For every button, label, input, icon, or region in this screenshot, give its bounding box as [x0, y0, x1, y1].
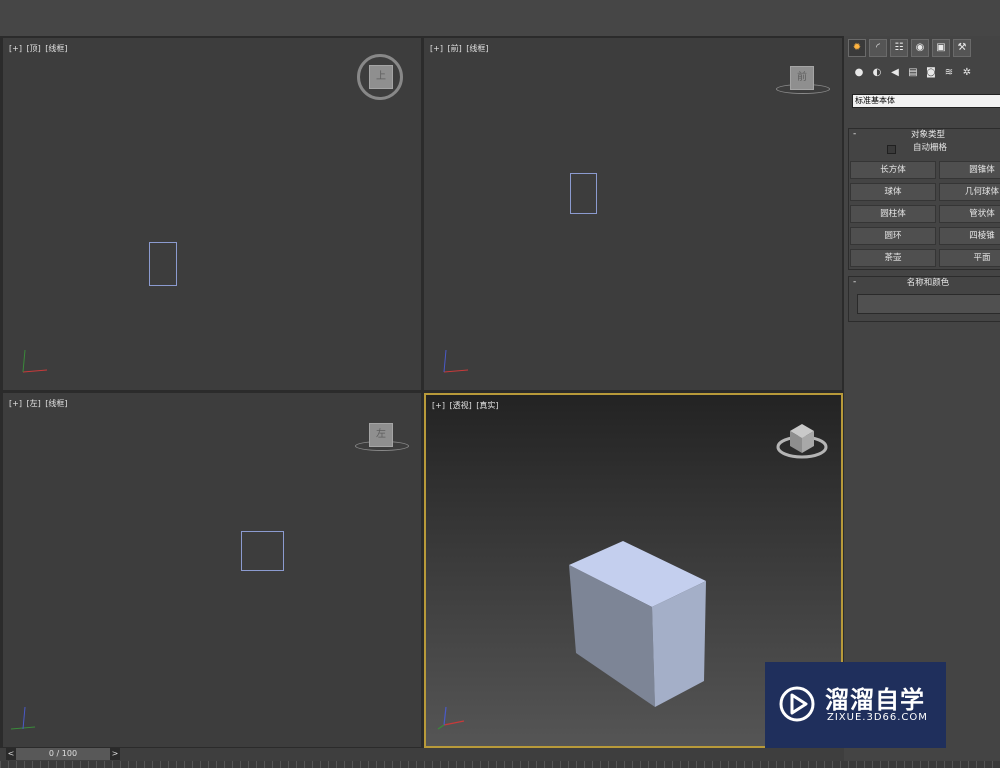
geometry-icon[interactable]: ● — [852, 66, 866, 80]
torus-button[interactable]: 圆环 — [850, 227, 936, 245]
sphere-button[interactable]: 球体 — [850, 183, 936, 201]
autogrid-label: 自动栅格 — [913, 143, 948, 153]
viewport-menu-plus[interactable]: [+] — [432, 401, 445, 410]
viewport-view-name[interactable]: [顶] — [27, 44, 41, 53]
box-wireframe[interactable] — [149, 242, 177, 286]
viewport-view-name[interactable]: [透视] — [450, 401, 472, 410]
box-wireframe[interactable] — [570, 173, 597, 214]
watermark-title: 溜溜自学 — [825, 686, 925, 714]
viewcube[interactable] — [774, 417, 830, 463]
watermark-url: ZIXUE.3D66.COM — [827, 712, 928, 723]
next-frame-button[interactable]: > — [110, 748, 120, 760]
viewport-shading-mode[interactable]: [线框] — [45, 399, 67, 408]
box-wireframe[interactable] — [241, 531, 284, 571]
box-object-shaded[interactable] — [564, 537, 714, 709]
box-button[interactable]: 长方体 — [850, 161, 936, 179]
systems-icon[interactable]: ✲ — [960, 66, 974, 80]
lights-icon[interactable]: ◀ — [888, 66, 902, 80]
teapot-button[interactable]: 茶壶 — [850, 249, 936, 267]
autogrid-checkbox[interactable] — [887, 145, 896, 154]
plane-button[interactable]: 平面 — [939, 249, 1000, 267]
time-slider[interactable]: < 0 / 100 > — [6, 748, 120, 760]
main-toolbar — [0, 0, 1000, 36]
viewport-label-front[interactable]: [+] [前] [线框] — [430, 43, 491, 54]
geosphere-button[interactable]: 几何球体 — [939, 183, 1000, 201]
cylinder-button[interactable]: 圆柱体 — [850, 205, 936, 223]
viewport-shading-mode[interactable]: [真实] — [476, 401, 498, 410]
rollout-title[interactable]: 名称和颜色 — [849, 276, 1000, 288]
object-type-rollout: - 对象类型 自动栅格 长方体 圆锥体 球体 几何球体 圆柱体 管状体 圆环 四… — [848, 128, 1000, 270]
motion-tab-icon[interactable]: ◉ — [911, 39, 929, 57]
viewport-label-top[interactable]: [+] [顶] [线框] — [9, 43, 70, 54]
axis-tripod-icon — [443, 349, 469, 373]
command-panel: ✹ ◜ ☷ ◉ ▣ ⚒ ● ◐ ◀ ▤ ◙ ≋ ✲ 标准基本体 - 对象类型 自… — [844, 36, 1000, 768]
time-slider-bar: < 0 / 100 > — [0, 748, 1000, 768]
tube-button[interactable]: 管状体 — [939, 205, 1000, 223]
hierarchy-tab-icon[interactable]: ☷ — [890, 39, 908, 57]
pyramid-button[interactable]: 四棱锥 — [939, 227, 1000, 245]
watermark-logo: 溜溜自学 ZIXUE.3D66.COM — [765, 662, 946, 748]
viewport-shading-mode[interactable]: [线框] — [466, 44, 488, 53]
object-name-field[interactable] — [857, 294, 1000, 314]
rollout-title[interactable]: 对象类型 — [849, 128, 1000, 140]
primitive-category-dropdown[interactable]: 标准基本体 — [852, 94, 1000, 108]
viewport-menu-plus[interactable]: [+] — [430, 44, 443, 53]
modify-tab-icon[interactable]: ◜ — [869, 39, 887, 57]
frame-indicator[interactable]: 0 / 100 — [16, 748, 110, 760]
play-logo-icon — [779, 686, 815, 722]
axis-tripod-icon — [10, 706, 36, 730]
name-and-color-rollout: - 名称和颜色 — [848, 276, 1000, 322]
viewport-menu-plus[interactable]: [+] — [9, 44, 22, 53]
viewcube[interactable]: 上 — [369, 65, 393, 89]
viewcube[interactable]: 左 — [369, 423, 393, 447]
utilities-tab-icon[interactable]: ⚒ — [953, 39, 971, 57]
viewport-view-name[interactable]: [左] — [27, 399, 41, 408]
viewport-left[interactable]: [+] [左] [线框] 左 — [3, 393, 421, 747]
create-tab-icon[interactable]: ✹ — [848, 39, 866, 57]
prev-frame-button[interactable]: < — [6, 748, 16, 760]
display-tab-icon[interactable]: ▣ — [932, 39, 950, 57]
space-warps-icon[interactable]: ≋ — [942, 66, 956, 80]
viewport-shading-mode[interactable]: [线框] — [45, 44, 67, 53]
track-bar[interactable] — [0, 761, 1000, 768]
viewport-area: [+] [顶] [线框] 上 [+] [前] [线框] 前 [+] [左] [线… — [0, 36, 844, 748]
shapes-icon[interactable]: ◐ — [870, 66, 884, 80]
axis-tripod-icon — [22, 349, 48, 373]
viewport-view-name[interactable]: [前] — [448, 44, 462, 53]
helpers-icon[interactable]: ◙ — [924, 66, 938, 80]
cone-button[interactable]: 圆锥体 — [939, 161, 1000, 179]
viewport-menu-plus[interactable]: [+] — [9, 399, 22, 408]
viewport-label-left[interactable]: [+] [左] [线框] — [9, 398, 70, 409]
cameras-icon[interactable]: ▤ — [906, 66, 920, 80]
viewport-front[interactable]: [+] [前] [线框] 前 — [424, 38, 842, 390]
viewport-top[interactable]: [+] [顶] [线框] 上 — [3, 38, 421, 390]
viewcube[interactable]: 前 — [790, 66, 814, 90]
axis-tripod-icon — [437, 706, 465, 730]
viewport-label-perspective[interactable]: [+] [透视] [真实] — [432, 400, 501, 411]
